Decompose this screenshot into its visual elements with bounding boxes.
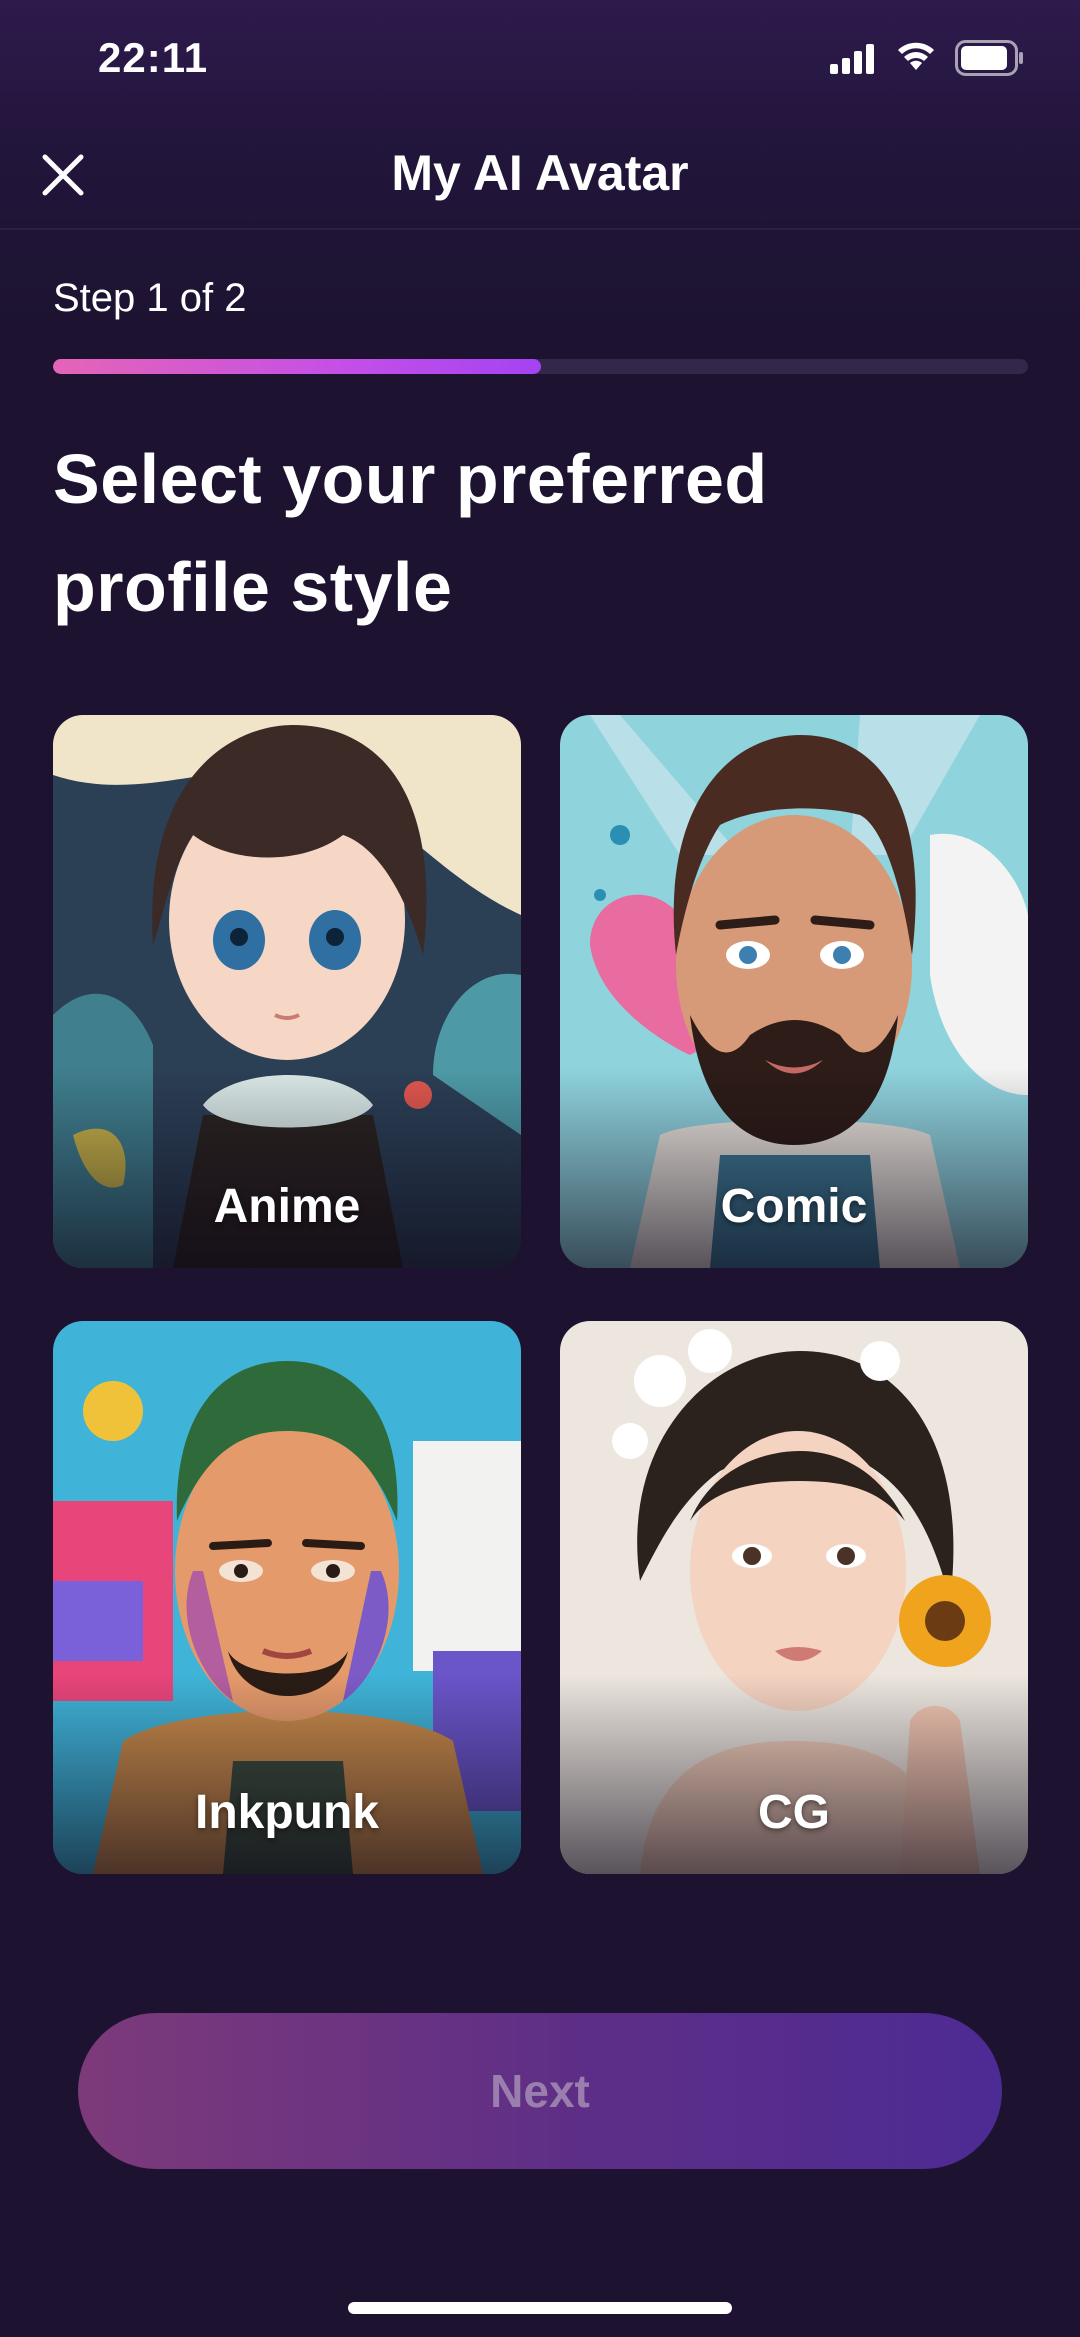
step-indicator: Step 1 of 2 xyxy=(53,276,247,320)
next-button[interactable]: Next xyxy=(78,2013,1002,2169)
style-card-inkpunk[interactable]: Inkpunk xyxy=(53,1321,521,1874)
headline-line-2: profile style xyxy=(53,548,453,626)
style-card-comic[interactable]: Comic xyxy=(560,715,1028,1268)
card-shade xyxy=(53,1068,521,1268)
headline: Select your preferred profile style xyxy=(53,425,1033,641)
battery-icon xyxy=(955,40,1023,76)
style-card-cg[interactable]: CG xyxy=(560,1321,1028,1874)
style-label-comic: Comic xyxy=(720,1180,868,1233)
next-button-label: Next xyxy=(490,2065,590,2117)
style-label-anime: Anime xyxy=(213,1180,361,1233)
headline-line-1: Select your preferred xyxy=(53,440,768,518)
status-bar: 22:11 xyxy=(0,0,1080,120)
app-header: My AI Avatar xyxy=(0,120,1080,230)
style-label-cg: CG xyxy=(758,1786,830,1839)
progress-bar-fill xyxy=(53,359,541,374)
home-indicator[interactable] xyxy=(348,2302,732,2314)
status-time: 22:11 xyxy=(98,34,209,81)
style-card-anime[interactable]: Anime xyxy=(53,715,521,1268)
cellular-signal-icon xyxy=(830,44,874,74)
screen: 22:11 My AI Avatar Step 1 of 2 Select yo… xyxy=(0,0,1080,2337)
style-label-inkpunk: Inkpunk xyxy=(194,1786,379,1839)
progress-bar xyxy=(53,359,1028,374)
card-shade xyxy=(560,1674,1028,1874)
card-shade xyxy=(53,1674,521,1874)
wifi-icon xyxy=(898,42,934,70)
card-shade xyxy=(560,1068,1028,1268)
page-title: My AI Avatar xyxy=(391,145,689,201)
